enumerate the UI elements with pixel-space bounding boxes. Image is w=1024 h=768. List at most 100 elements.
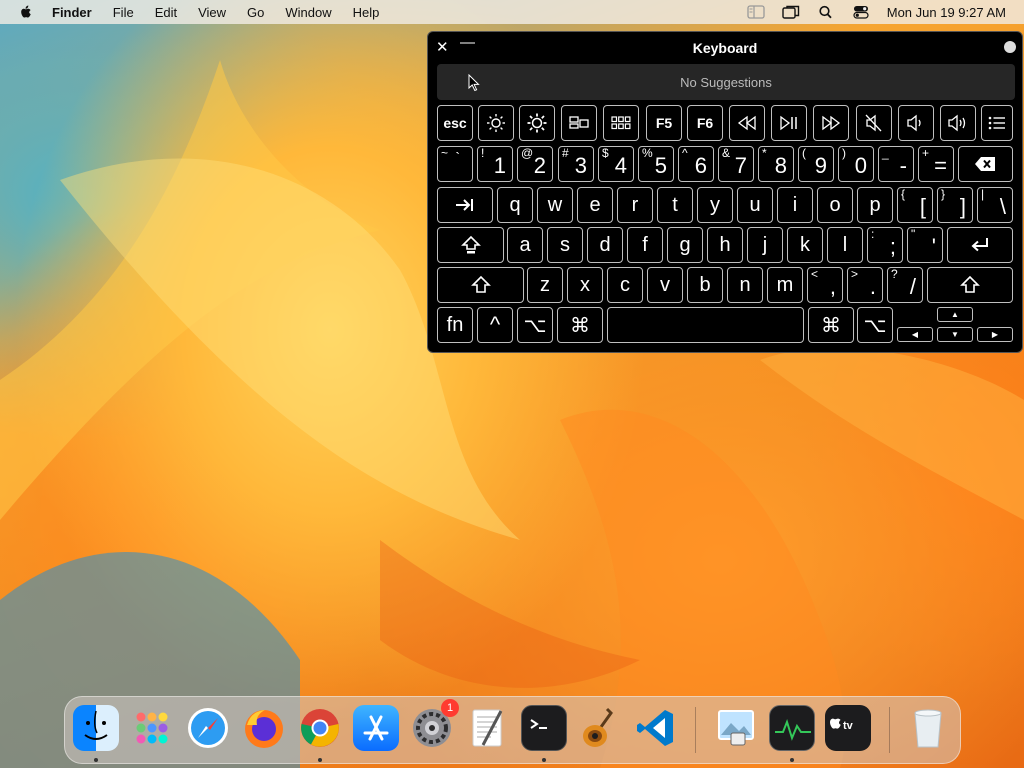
key-arrow-down[interactable]: ▼ [937,327,973,342]
key-g[interactable]: g [667,227,703,263]
menu-go[interactable]: Go [247,5,264,20]
key-equals[interactable]: + = [918,146,954,182]
key-d[interactable]: d [587,227,623,263]
key-o[interactable]: o [817,187,853,223]
screen-mirroring-icon[interactable] [782,5,800,19]
key-b[interactable]: b [687,267,723,303]
menubar-clock[interactable]: Mon Jun 19 9:27 AM [887,5,1006,20]
key-right-bracket[interactable]: }] [937,187,973,223]
key-0[interactable]: ) 0 [838,146,874,182]
key-arrow-up[interactable]: ▲ [937,307,973,322]
key-1[interactable]: ! 1 [477,146,513,182]
menu-file[interactable]: File [113,5,134,20]
key-j[interactable]: j [747,227,783,263]
safari-icon[interactable] [185,705,231,751]
spotlight-search-icon[interactable] [817,5,835,19]
key-arrow-left[interactable]: ◀ [897,327,933,342]
key-space[interactable] [607,307,804,343]
key-f5[interactable]: F5 [646,105,682,141]
menu-app-finder[interactable]: Finder [52,5,92,20]
terminal-icon[interactable] [521,705,567,751]
key-tab[interactable] [437,187,493,223]
key-backtick[interactable]: ~ ` [437,146,473,182]
key-x[interactable]: x [567,267,603,303]
key-t[interactable]: t [657,187,693,223]
key-7[interactable]: & 7 [718,146,754,182]
textedit-icon[interactable] [465,705,511,751]
key-mute[interactable] [856,105,892,141]
key-semicolon[interactable]: :; [867,227,903,263]
chrome-icon[interactable] [297,705,343,751]
key-right-option[interactable]: ⌥ [857,307,893,343]
key-launchpad[interactable] [603,105,639,141]
launchpad-icon[interactable] [129,705,175,751]
key-n[interactable]: n [727,267,763,303]
key-2[interactable]: @2 [517,146,553,182]
key-delete[interactable] [958,146,1013,182]
key-command[interactable]: ⌘ [557,307,603,343]
key-y[interactable]: y [697,187,733,223]
firefox-icon[interactable] [241,705,287,751]
trash-icon[interactable] [905,705,951,751]
app-store-icon[interactable] [353,705,399,751]
key-right-command[interactable]: ⌘ [808,307,854,343]
key-comma[interactable]: <, [807,267,843,303]
key-caps-lock[interactable] [437,227,504,263]
key-e[interactable]: e [577,187,613,223]
key-m[interactable]: m [767,267,803,303]
key-volume-down[interactable] [898,105,934,141]
key-f[interactable]: f [627,227,663,263]
key-z[interactable]: z [527,267,563,303]
key-volume-up[interactable] [940,105,976,141]
menu-edit[interactable]: Edit [155,5,177,20]
key-5[interactable]: % 5 [638,146,674,182]
menu-view[interactable]: View [198,5,226,20]
key-k[interactable]: k [787,227,823,263]
key-slash[interactable]: ? / [887,267,923,303]
key-left-bracket[interactable]: {[ [897,187,933,223]
key-control[interactable]: ^ [477,307,513,343]
key-arrow-right[interactable]: ▶ [977,327,1013,342]
key-f6[interactable]: F6 [687,105,723,141]
key-w[interactable]: w [537,187,573,223]
key-h[interactable]: h [707,227,743,263]
key-9[interactable]: (9 [798,146,834,182]
key-u[interactable]: u [737,187,773,223]
key-play-pause[interactable] [771,105,807,141]
key-period[interactable]: >. [847,267,883,303]
key-q[interactable]: q [497,187,533,223]
key-return[interactable] [947,227,1013,263]
key-brightness-up[interactable] [519,105,555,141]
key-mission-control[interactable] [561,105,597,141]
key-esc[interactable]: esc [437,105,473,141]
key-r[interactable]: r [617,187,653,223]
key-left-shift[interactable] [437,267,524,303]
control-center-icon[interactable] [852,5,870,19]
finder-icon[interactable] [73,705,119,751]
garageband-icon[interactable] [577,705,623,751]
key-minus[interactable]: _ - [878,146,914,182]
key-p[interactable]: p [857,187,893,223]
menu-help[interactable]: Help [353,5,380,20]
preview-icon[interactable] [713,705,759,751]
key-3[interactable]: #3 [558,146,594,182]
apple-tv-icon[interactable]: tv [825,705,871,751]
apple-menu-icon[interactable] [18,4,34,20]
sidebar-status-icon[interactable] [747,5,765,19]
key-s[interactable]: s [547,227,583,263]
key-brightness-down[interactable] [478,105,514,141]
key-backslash[interactable]: | \ [977,187,1013,223]
key-i[interactable]: i [777,187,813,223]
key-right-shift[interactable] [927,267,1013,303]
key-c[interactable]: c [607,267,643,303]
menu-window[interactable]: Window [285,5,331,20]
key-fn[interactable]: fn [437,307,473,343]
key-rewind[interactable] [729,105,765,141]
vscode-icon[interactable] [633,705,679,751]
key-quote[interactable]: " ' [907,227,943,263]
options-icon[interactable] [1004,38,1016,53]
key-a[interactable]: a [507,227,543,263]
key-option[interactable]: ⌥ [517,307,553,343]
key-list[interactable] [981,105,1013,141]
key-fast-forward[interactable] [813,105,849,141]
